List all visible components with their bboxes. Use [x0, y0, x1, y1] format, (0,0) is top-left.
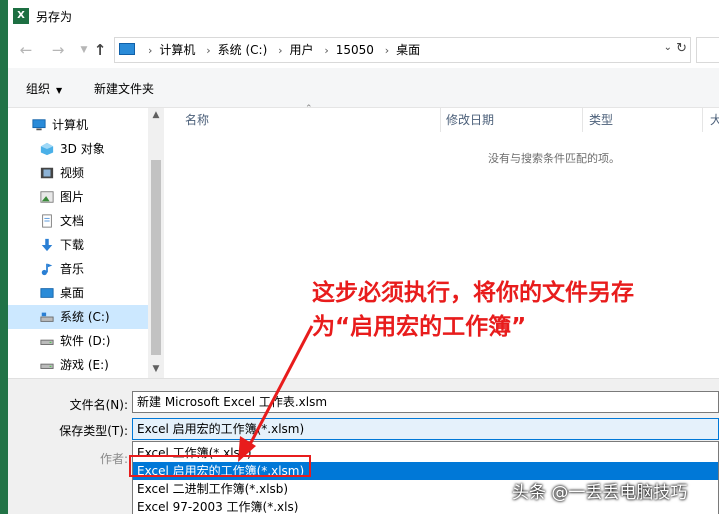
computer-icon — [119, 43, 135, 55]
navigation-pane: 计算机 3D 对象 视频 图片 文档 下载 音乐 桌面 系统 (C:) 软件 (… — [8, 108, 164, 378]
nav-item-label: 系统 (C:) — [60, 310, 110, 324]
chevron-right-icon: › — [206, 44, 211, 57]
computer-icon — [32, 119, 46, 131]
scrollbar-thumb[interactable] — [151, 160, 161, 355]
annotation-line-2: 为“启用宏的工作簿” — [312, 314, 527, 340]
author-label: 作者: — [99, 452, 128, 466]
filename-input[interactable]: 新建 Microsoft Excel 工作表.xlsm — [132, 391, 719, 413]
nav-item-label: 视频 — [60, 166, 85, 180]
nav-item-3d-objects[interactable]: 3D 对象 — [8, 137, 148, 161]
nav-item-desktop[interactable]: 桌面 — [8, 281, 148, 305]
chevron-down-icon[interactable]: ⌄ — [664, 42, 672, 53]
nav-item-label: 软件 (D:) — [60, 334, 111, 348]
scroll-up-icon[interactable]: ▲ — [151, 110, 161, 120]
new-folder-button[interactable]: 新建文件夹 — [94, 80, 154, 97]
drive-icon — [40, 312, 54, 322]
nav-item-downloads[interactable]: 下载 — [8, 233, 148, 257]
breadcrumb: › 计算机 › 系统 (C:) › 用户 › 15050 › 桌面 — [141, 38, 420, 62]
search-input[interactable] — [696, 37, 719, 63]
nav-item-label: 3D 对象 — [60, 142, 105, 156]
chevron-right-icon: › — [384, 44, 390, 57]
nav-item-label: 图片 — [60, 190, 85, 204]
dialog-title: 另存为 — [36, 10, 73, 24]
address-row: ← → ▼ ↑ › 计算机 › 系统 (C:) › 用户 › 15050 › 桌面 ⌄ ↻ — [8, 32, 719, 68]
column-header-type[interactable]: 类型 — [589, 108, 613, 132]
toolbar: 组织 ▼ 新建文件夹 — [8, 68, 719, 108]
picture-icon — [40, 191, 54, 203]
download-icon — [41, 238, 53, 252]
excel-icon: X — [13, 8, 29, 24]
breadcrumb-item[interactable]: 系统 (C:) — [218, 43, 268, 57]
caret-down-icon: ▼ — [56, 86, 63, 95]
chevron-right-icon: › — [278, 44, 283, 57]
save-type-select[interactable]: Excel 启用宏的工作簿(*.xlsm) — [132, 418, 719, 440]
video-icon — [40, 167, 54, 179]
breadcrumb-item[interactable]: 15050 — [336, 43, 374, 57]
nav-scrollbar[interactable]: ▲ ▼ — [148, 108, 164, 378]
organize-label: 组织 — [26, 82, 51, 96]
column-divider[interactable] — [582, 108, 583, 132]
back-arrow-icon[interactable]: ← — [16, 40, 36, 60]
breadcrumb-item[interactable]: 桌面 — [396, 43, 420, 57]
annotation-line-1: 这步必须执行，将你的文件另存 — [312, 280, 634, 306]
nav-item-label: 下载 — [60, 238, 85, 252]
sort-ascending-icon: ⌃ — [305, 104, 313, 114]
chevron-right-icon: › — [324, 44, 329, 57]
drive-icon — [40, 363, 54, 369]
forward-arrow-icon[interactable]: → — [48, 40, 68, 60]
nav-item-documents[interactable]: 文档 — [8, 209, 148, 233]
breadcrumb-item[interactable]: 计算机 — [159, 43, 195, 57]
scroll-down-icon[interactable]: ▼ — [151, 364, 161, 374]
empty-message: 没有与搜索条件匹配的项。 — [488, 152, 620, 165]
column-header-name[interactable]: 名称 — [185, 108, 209, 132]
save-as-dialog: X 另存为 ← → ▼ ↑ › 计算机 › 系统 (C:) › 用户 › 15050 ›… — [8, 0, 719, 514]
annotation-text: 这步必须执行，将你的文件另存 为“启用宏的工作簿” — [312, 276, 712, 344]
column-divider[interactable] — [440, 108, 441, 132]
nav-item-drive-e[interactable]: 游戏 (E:) — [8, 353, 148, 377]
chevron-right-icon: › — [148, 44, 153, 57]
nav-item-videos[interactable]: 视频 — [8, 161, 148, 185]
filename-label: 文件名(N): — [69, 398, 128, 412]
nav-item-label: 桌面 — [60, 286, 85, 300]
nav-item-label: 音乐 — [60, 262, 85, 276]
desktop-icon — [40, 288, 54, 298]
breadcrumb-item[interactable]: 用户 — [290, 43, 314, 57]
column-divider[interactable] — [702, 108, 703, 132]
nav-item-computer[interactable]: 计算机 — [8, 113, 148, 137]
nav-item-drive-d[interactable]: 软件 (D:) — [8, 329, 148, 353]
nav-item-label: 计算机 — [52, 118, 89, 132]
nav-item-label: 文档 — [60, 214, 85, 228]
drive-icon — [40, 339, 54, 345]
column-header-modified[interactable]: 修改日期 — [446, 108, 494, 132]
up-arrow-icon[interactable]: ↑ — [90, 40, 110, 60]
music-icon — [41, 263, 53, 276]
watermark: 头条 @一丢丢电脑技巧 — [512, 483, 688, 503]
highlight-box — [129, 455, 311, 477]
refresh-icon[interactable]: ↻ — [676, 41, 687, 56]
cube-icon — [40, 142, 54, 156]
nav-item-drive-c[interactable]: 系统 (C:) — [8, 305, 148, 329]
nav-item-pictures[interactable]: 图片 — [8, 185, 148, 209]
nav-item-music[interactable]: 音乐 — [8, 257, 148, 281]
nav-item-label: 游戏 (E:) — [60, 358, 109, 372]
address-bar[interactable]: › 计算机 › 系统 (C:) › 用户 › 15050 › 桌面 ⌄ ↻ — [114, 37, 691, 63]
title-bar: X 另存为 — [8, 0, 719, 32]
column-header-size[interactable]: 大 — [710, 108, 719, 132]
organize-button[interactable]: 组织 ▼ — [26, 80, 62, 97]
document-icon — [42, 214, 52, 228]
save-type-label: 保存类型(T): — [59, 424, 128, 438]
background-app-strip — [0, 0, 8, 514]
